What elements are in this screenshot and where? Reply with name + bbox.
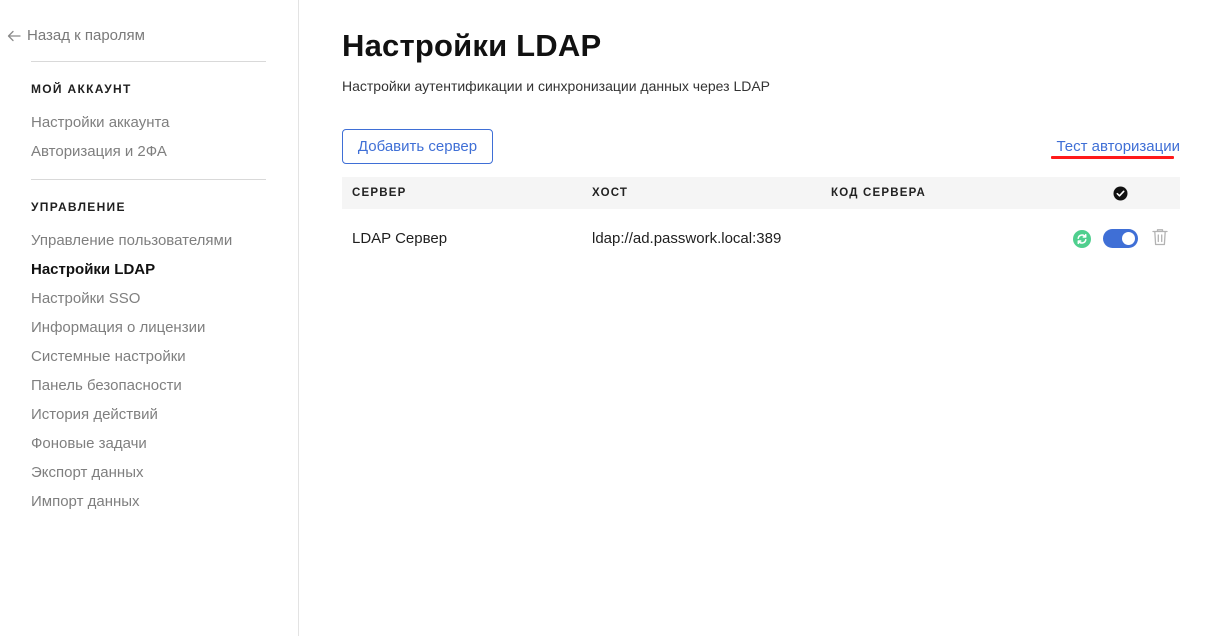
back-link-label: Назад к паролям — [27, 27, 145, 44]
page-subtitle: Настройки аутентификации и синхронизации… — [342, 78, 771, 94]
toggle-knob — [1122, 232, 1135, 245]
sidebar-item-security-dashboard[interactable]: Панель безопасности — [31, 377, 182, 394]
server-name-cell: LDAP Сервер — [352, 230, 448, 247]
sidebar-item-data-import[interactable]: Импорт данных — [31, 493, 140, 510]
table-header: СЕРВЕР ХОСТ КОД СЕРВЕРА — [342, 177, 1180, 209]
server-host-cell: ldap://ad.passwork.local:389 — [592, 230, 782, 247]
table-row[interactable]: LDAP Сервер ldap://ad.passwork.local:389 — [342, 209, 1180, 265]
section-title-my-account: МОЙ АККАУНТ — [31, 82, 132, 96]
trash-icon[interactable] — [1152, 228, 1168, 246]
section-title-management: УПРАВЛЕНИЕ — [31, 200, 126, 214]
column-header-server-code: КОД СЕРВЕРА — [831, 187, 926, 199]
back-to-passwords-link[interactable]: Назад к паролям — [7, 27, 145, 44]
column-header-host: ХОСТ — [592, 187, 629, 199]
sync-icon[interactable] — [1073, 230, 1091, 248]
sidebar-divider — [31, 61, 266, 62]
check-circle-icon — [1113, 186, 1128, 201]
highlight-underline — [1051, 156, 1174, 159]
sidebar-item-ldap-settings[interactable]: Настройки LDAP — [31, 261, 155, 278]
sidebar-item-account-settings[interactable]: Настройки аккаунта — [31, 114, 170, 131]
sidebar: Назад к паролям МОЙ АККАУНТ Настройки ак… — [0, 0, 299, 636]
sidebar-divider — [31, 179, 266, 180]
sidebar-item-system-settings[interactable]: Системные настройки — [31, 348, 186, 365]
sidebar-item-user-management[interactable]: Управление пользователями — [31, 232, 232, 249]
sidebar-item-license-info[interactable]: Информация о лицензии — [31, 319, 205, 336]
sidebar-item-auth-2fa[interactable]: Авторизация и 2ФА — [31, 143, 167, 160]
sidebar-item-sso-settings[interactable]: Настройки SSO — [31, 290, 140, 307]
sidebar-item-activity-history[interactable]: История действий — [31, 406, 158, 423]
add-server-button[interactable]: Добавить сервер — [342, 129, 493, 164]
page-title: Настройки LDAP — [342, 28, 602, 63]
sidebar-item-background-tasks[interactable]: Фоновые задачи — [31, 435, 147, 452]
column-header-server: СЕРВЕР — [352, 187, 407, 199]
server-enabled-toggle[interactable] — [1103, 229, 1138, 248]
sidebar-item-data-export[interactable]: Экспорт данных — [31, 464, 143, 481]
test-auth-link[interactable]: Тест авторизации — [1056, 138, 1180, 155]
arrow-left-icon — [7, 30, 21, 41]
